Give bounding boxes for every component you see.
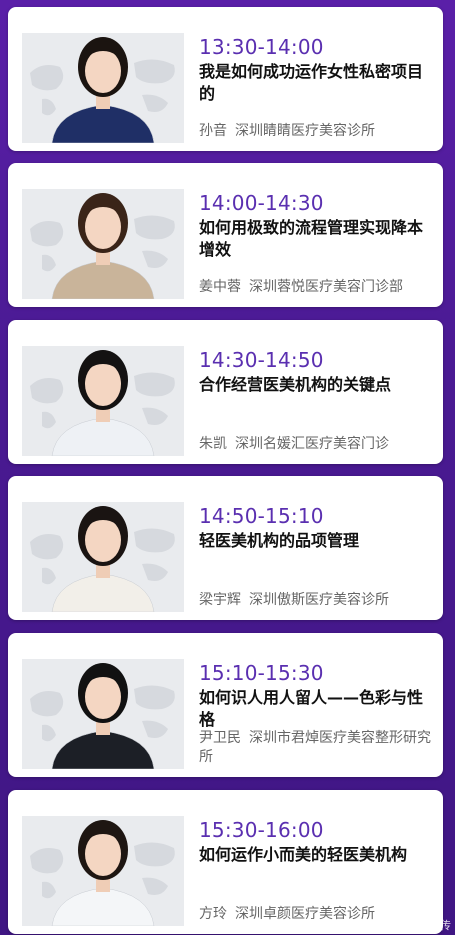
speaker-org: 深圳名媛汇医疗美容门诊 (235, 436, 389, 452)
session-time: 15:30-16:00 (199, 818, 324, 842)
session-topic: 合作经营医美机构的关键点 (199, 375, 392, 394)
session-card[interactable]: 14:50-15:10 轻医美机构的品项管理 梁宇辉 深圳傲斯医疗美容诊所 (8, 476, 443, 620)
session-card[interactable]: 15:10-15:30 如何识人用人留人——色彩与性格 尹卫民 深圳市君焯医疗美容… (8, 633, 443, 777)
session-time: 14:30-14:50 (199, 348, 324, 372)
speaker-name: 尹卫民 (199, 730, 241, 746)
agenda-page: 13:30-14:00 我是如何成功运作女性私密项目的 孙音 深圳睛睛医疗美容诊所… (0, 0, 455, 935)
speaker-name: 孙音 (199, 123, 227, 139)
session-time: 14:00-14:30 (199, 191, 324, 215)
speaker-photo (22, 33, 184, 143)
session-time: 15:10-15:30 (199, 661, 324, 685)
session-topic: 如何运作小而美的轻医美机构 (199, 845, 408, 864)
session-card[interactable]: 14:00-14:30 如何用极致的流程管理实现降本增效 姜中蓉 深圳蓉悦医疗美容… (8, 163, 443, 307)
session-topic: 如何用极致的流程管理实现降本增效 (199, 218, 424, 259)
session-topic: 我是如何成功运作女性私密项目的 (199, 62, 424, 103)
session-time: 13:30-14:00 (199, 35, 324, 59)
watermark: ©本图由平台注册用户上传 (319, 919, 451, 932)
speaker-info: 姜中蓉 深圳蓉悦医疗美容门诊部 (199, 278, 439, 297)
speaker-photo (22, 502, 184, 612)
speaker-org: 深圳睛睛医疗美容诊所 (235, 123, 375, 139)
speaker-org: 深圳傲斯医疗美容诊所 (249, 592, 389, 608)
speaker-photo (22, 816, 184, 926)
speaker-name: 方玲 (199, 906, 227, 922)
speaker-info: 孙音 深圳睛睛医疗美容诊所 (199, 122, 439, 141)
speaker-name: 姜中蓉 (199, 279, 241, 295)
speaker-photo (22, 659, 184, 769)
speaker-name: 梁宇辉 (199, 592, 241, 608)
speaker-name: 朱凯 (199, 436, 227, 452)
speaker-photo (22, 189, 184, 299)
session-card[interactable]: 13:30-14:00 我是如何成功运作女性私密项目的 孙音 深圳睛睛医疗美容诊所 (8, 7, 443, 151)
session-card[interactable]: 15:30-16:00 如何运作小而美的轻医美机构 方玲 深圳卓颜医疗美容诊所 (8, 790, 443, 934)
speaker-photo (22, 346, 184, 456)
speaker-org: 深圳蓉悦医疗美容门诊部 (249, 279, 403, 295)
speaker-info: 尹卫民 深圳市君焯医疗美容整形研究所 (199, 729, 439, 767)
speaker-info: 梁宇辉 深圳傲斯医疗美容诊所 (199, 591, 439, 610)
speaker-info: 朱凯 深圳名媛汇医疗美容门诊 (199, 435, 439, 454)
session-card[interactable]: 14:30-14:50 合作经营医美机构的关键点 朱凯 深圳名媛汇医疗美容门诊 (8, 320, 443, 464)
session-time: 14:50-15:10 (199, 504, 324, 528)
session-topic: 如何识人用人留人——色彩与性格 (199, 688, 424, 729)
session-topic: 轻医美机构的品项管理 (199, 531, 360, 550)
